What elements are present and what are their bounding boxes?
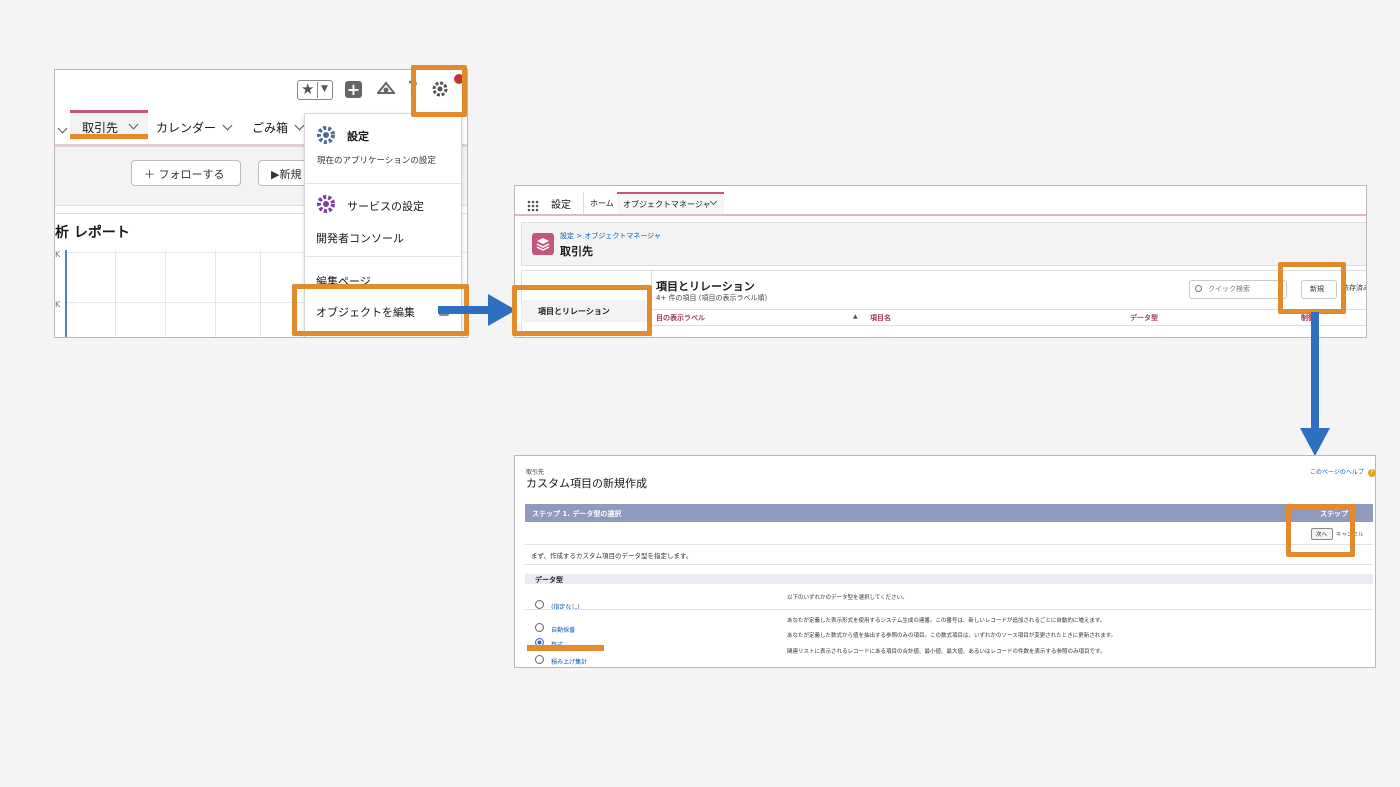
arrow-down <box>1300 312 1330 456</box>
follow-button[interactable]: ＋ フォローする <box>131 160 241 186</box>
menu-item-service-setup[interactable]: サービスの設定 <box>305 186 461 220</box>
quick-search-input[interactable]: クイック検索 <box>1189 280 1287 299</box>
option-rollup[interactable]: 積み上げ集計 <box>535 649 587 667</box>
radio-autonumber[interactable] <box>535 623 544 632</box>
section-subtitle: 4+ 件の項目 (項目の表示ラベル順) <box>656 294 768 302</box>
menu-item-setup[interactable]: 設定 現在のアプリケーションの設定 <box>305 114 461 184</box>
breadcrumb[interactable]: 設定 > オブジェクトマネージャ <box>560 231 661 241</box>
object-title: 取引先 <box>560 245 593 258</box>
app-launcher-icon[interactable] <box>527 197 539 212</box>
tab-trash[interactable]: ごみ箱 <box>252 119 305 136</box>
object-header: 設定 > オブジェクトマネージャ 取引先 <box>521 222 1366 266</box>
page-title: カスタム項目の新規作成 <box>526 477 647 490</box>
arrow-right <box>438 294 516 326</box>
step-bar: ステップ 1. データ型の選択 ステップ 1 <box>525 504 1373 522</box>
highlight-fields-sidebar <box>512 285 652 336</box>
service-gear-icon <box>316 194 336 214</box>
option-formula-desc: あなたが定義した数式から値を抽出する参照のみの項目。この数式項目は、いずれかのソ… <box>787 633 1117 639</box>
favorites-star-icon[interactable]: ★ ▼ <box>297 80 333 100</box>
highlight-new-button <box>1278 262 1346 314</box>
menu-item-dev-console[interactable]: 開発者コンソール <box>305 224 461 250</box>
col-field-label[interactable]: 目の表示ラベル <box>656 313 705 323</box>
radio-rollup[interactable] <box>535 655 544 664</box>
chart-axis-line <box>65 250 67 337</box>
instruction-text: まず、作成するカスタム項目のデータ型を指定します。 <box>531 552 693 560</box>
plus-icon[interactable]: + <box>345 81 362 98</box>
trailhead-icon[interactable] <box>375 80 397 98</box>
radio-none[interactable] <box>535 600 544 609</box>
help-icon: ? <box>1367 469 1375 477</box>
option-none-desc: 以下のいずれかのデータ型を選択してください。 <box>787 595 908 601</box>
option-autonumber-desc: あなたが定義した表示形式を使用するシステム生成の連番。この番号は、新しいレコード… <box>787 618 1106 624</box>
axis-label-k1: K <box>55 250 61 259</box>
highlight-gear <box>411 65 467 117</box>
option-rollup-desc: 関連リストに表示されるレコードにある項目の合計値、最小値、最大値、あるいはレコー… <box>787 649 1106 655</box>
section-header: データ型 <box>525 574 1373 584</box>
tab-home[interactable]: ホーム <box>590 198 614 209</box>
tab-object-manager[interactable]: オブジェクトマネージャ <box>617 192 724 216</box>
help-link[interactable]: このページのヘルプ ? <box>1310 467 1375 477</box>
app-name: 設定 <box>551 200 571 211</box>
layers-icon <box>532 233 554 255</box>
tab-accounts-underline <box>70 134 148 139</box>
tab-overflow-chevron[interactable] <box>55 120 68 139</box>
new-button[interactable]: ▶新規 <box>258 160 310 186</box>
highlight-next-button <box>1286 504 1355 557</box>
tab-calendar[interactable]: カレンダー <box>156 119 233 136</box>
sort-arrow-icon[interactable]: ▲ <box>853 313 858 320</box>
search-icon <box>1195 285 1202 292</box>
setup-gear-icon <box>316 125 336 145</box>
option-none[interactable]: (指定なし) <box>535 594 580 613</box>
panel-new-custom-field: 取引先 カスタム項目の新規作成 このページのヘルプ ? ステップ 1. データ型… <box>514 455 1376 668</box>
report-title: 析 レポート <box>55 225 130 241</box>
col-data-type[interactable]: データ型 <box>1130 313 1158 323</box>
col-field-name[interactable]: 項目名 <box>870 313 891 323</box>
section-title: 項目とリレーション <box>656 280 755 293</box>
axis-label-k2: K <box>55 300 61 309</box>
